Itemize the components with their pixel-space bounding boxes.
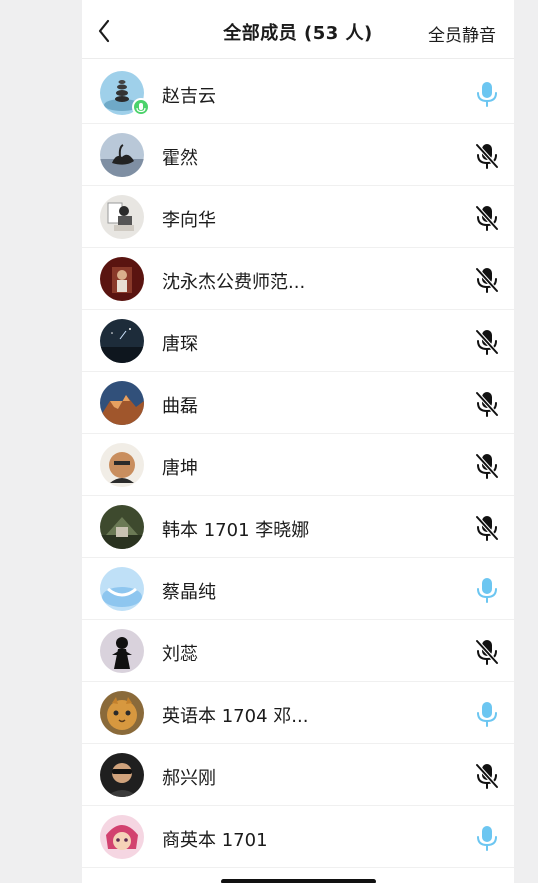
avatar[interactable] — [100, 133, 144, 177]
member-name: 商英本 1701 — [162, 830, 268, 851]
avatar[interactable] — [100, 319, 144, 363]
mic-muted-icon — [475, 143, 499, 169]
mic-muted-icon — [475, 639, 499, 665]
mic-muted-button[interactable] — [474, 638, 500, 666]
member-name: 郝兴刚 — [162, 768, 216, 789]
member-row[interactable]: 英语本 1704 邓... — [82, 682, 514, 744]
mic-muted-icon — [475, 453, 499, 479]
member-list-screen: 全部成员 (53 人) 全员静音 赵吉云霍然李向华沈永杰公费师范... 唐琛曲磊唐… — [82, 0, 514, 883]
mic-muted-button[interactable] — [474, 328, 500, 356]
member-row[interactable]: 李向华 — [82, 186, 514, 248]
member-row[interactable]: 韩本 1701 李晓娜 — [82, 496, 514, 558]
member-row[interactable]: 沈永杰公费师范... — [82, 248, 514, 310]
member-name: 唐琛 — [162, 334, 198, 355]
mic-muted-icon — [475, 391, 499, 417]
nav-header: 全部成员 (53 人) 全员静音 — [82, 0, 514, 59]
mic-on-button[interactable] — [474, 700, 500, 728]
member-name: 李向华 — [162, 210, 216, 231]
avatar[interactable] — [100, 443, 144, 487]
mic-on-button[interactable] — [474, 576, 500, 604]
avatar[interactable] — [100, 815, 144, 859]
mic-muted-button[interactable] — [474, 142, 500, 170]
member-row[interactable]: 霍然 — [82, 124, 514, 186]
mic-on-button[interactable] — [474, 80, 500, 108]
avatar[interactable] — [100, 753, 144, 797]
avatar[interactable] — [100, 567, 144, 611]
avatar[interactable] — [100, 691, 144, 735]
mic-muted-icon — [475, 515, 499, 541]
member-name: 英语本 1704 邓... — [162, 706, 309, 727]
avatar[interactable] — [100, 381, 144, 425]
member-name: 沈永杰公费师范... — [162, 272, 306, 293]
member-row[interactable]: 商英本 1701 — [82, 806, 514, 868]
member-name: 曲磊 — [162, 396, 198, 417]
mic-muted-button[interactable] — [474, 390, 500, 418]
member-name: 蔡晶纯 — [162, 582, 216, 603]
member-list: 赵吉云霍然李向华沈永杰公费师范... 唐琛曲磊唐坤韩本 1701 李晓娜 蔡晶纯刘蕊… — [82, 62, 514, 868]
mic-muted-icon — [475, 267, 499, 293]
mic-muted-button[interactable] — [474, 514, 500, 542]
member-row[interactable]: 唐坤 — [82, 434, 514, 496]
mic-muted-icon — [475, 205, 499, 231]
avatar[interactable] — [100, 629, 144, 673]
member-name: 霍然 — [162, 148, 198, 169]
member-row[interactable]: 郝兴刚 — [82, 744, 514, 806]
speaking-badge-icon — [132, 98, 150, 116]
home-indicator — [221, 879, 376, 883]
member-name: 赵吉云 — [162, 86, 216, 107]
member-row[interactable]: 唐琛 — [82, 310, 514, 372]
mic-on-icon — [477, 702, 497, 727]
member-row[interactable]: 赵吉云 — [82, 62, 514, 124]
mic-muted-button[interactable] — [474, 204, 500, 232]
member-name: 刘蕊 — [162, 644, 198, 665]
avatar[interactable] — [100, 257, 144, 301]
member-row[interactable]: 蔡晶纯 — [82, 558, 514, 620]
mic-muted-button[interactable] — [474, 266, 500, 294]
mic-muted-icon — [475, 763, 499, 789]
mic-on-icon — [477, 578, 497, 603]
avatar[interactable] — [100, 505, 144, 549]
avatar[interactable] — [100, 195, 144, 239]
mic-on-icon — [477, 826, 497, 851]
mute-all-button[interactable]: 全员静音 — [428, 21, 496, 46]
mic-muted-button[interactable] — [474, 452, 500, 480]
mic-muted-button[interactable] — [474, 762, 500, 790]
member-name: 韩本 1701 李晓娜 — [162, 520, 310, 541]
member-row[interactable]: 曲磊 — [82, 372, 514, 434]
mic-on-button[interactable] — [474, 824, 500, 852]
mic-muted-icon — [475, 329, 499, 355]
member-name: 唐坤 — [162, 458, 198, 479]
member-row[interactable]: 刘蕊 — [82, 620, 514, 682]
mic-on-icon — [477, 82, 497, 107]
